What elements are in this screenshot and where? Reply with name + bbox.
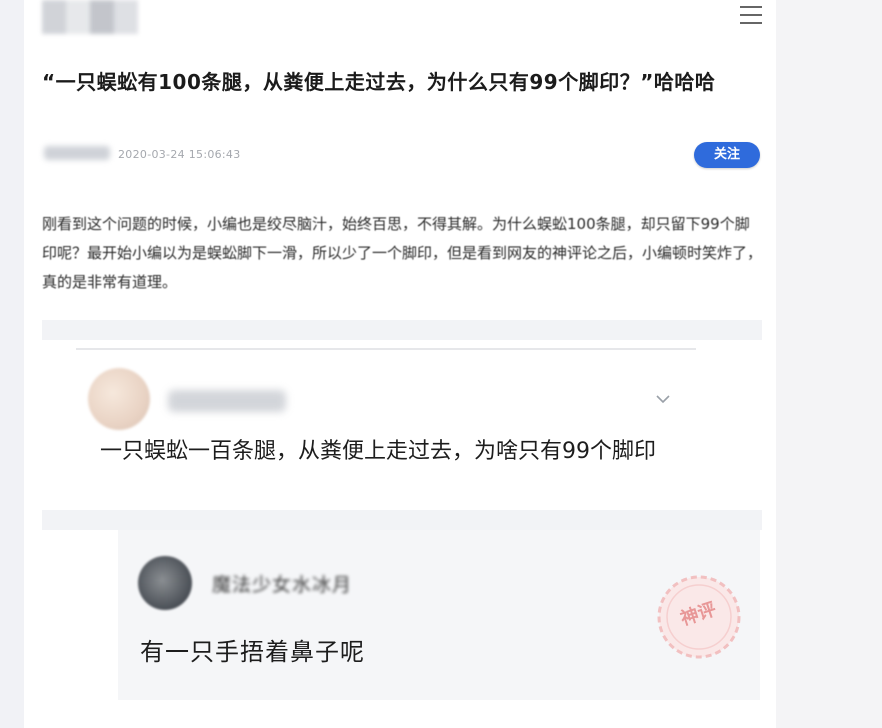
reply-text: 有一只手捂着鼻子呢 [140,638,365,666]
reply-author-name[interactable]: 魔法少女水冰月 [212,570,352,597]
author-name-blurred[interactable] [44,146,110,160]
chevron-down-icon[interactable] [654,390,672,408]
right-gutter [776,0,882,728]
author-avatar-blurred[interactable] [42,0,138,34]
divider-line [76,348,696,350]
post-timestamp: 2020-03-24 15:06:43 [118,148,241,161]
section-divider [42,320,762,340]
comment-author-blurred[interactable] [168,390,286,412]
comment-avatar[interactable] [88,368,150,430]
follow-button[interactable]: 关注 [694,142,760,168]
post-body: 刚看到这个问题的时候，小编也是绞尽脑汁，始终百思，不得其解。为什么蜈蚣100条腿… [42,215,763,291]
reply-avatar[interactable] [138,556,192,610]
comment-text: 一只蜈蚣一百条腿，从粪便上走过去，为啥只有99个脚印 [100,439,656,464]
menu-icon[interactable] [740,6,762,24]
post-title: “一只蜈蚣有100条腿，从粪便上走过去，为什么只有99个脚印？”哈哈哈 [42,70,716,94]
reply-divider [42,510,762,530]
